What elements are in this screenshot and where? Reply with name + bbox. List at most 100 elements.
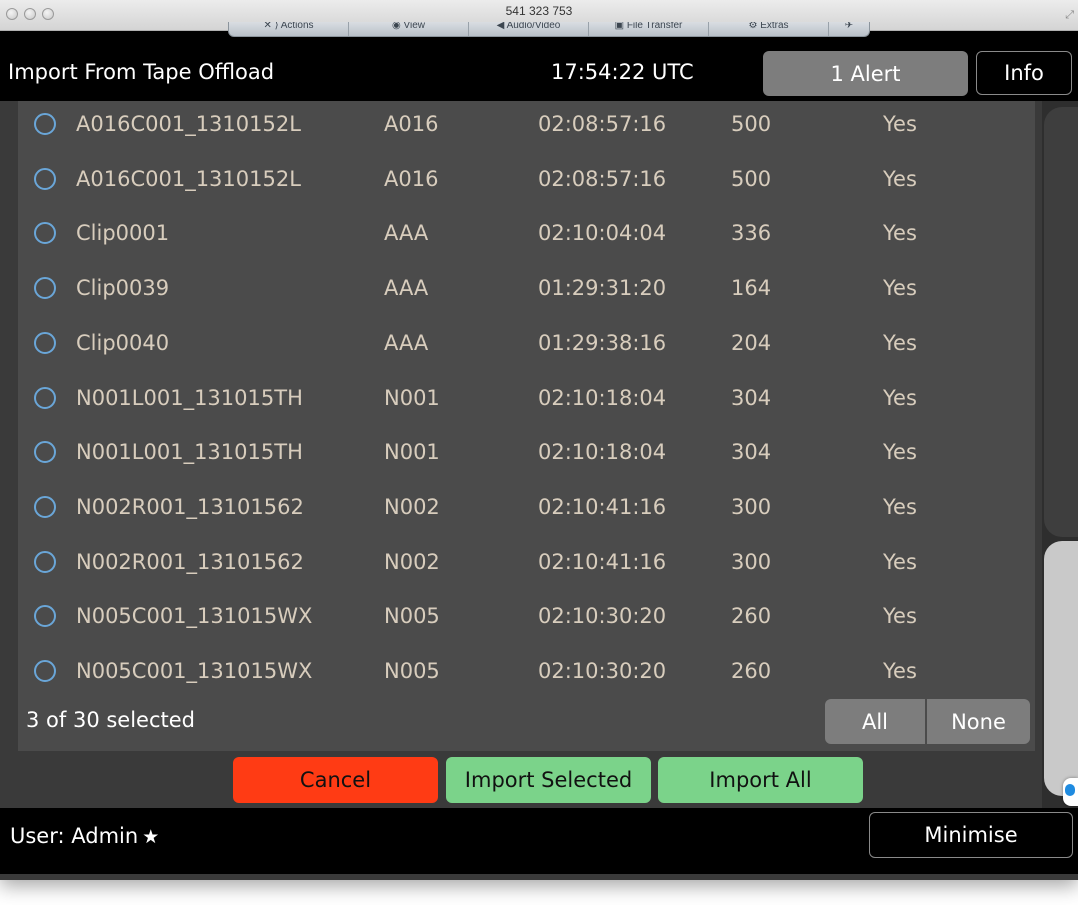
clip-reel: N001 <box>384 440 440 465</box>
clip-reel: AAA <box>384 276 429 301</box>
clip-row[interactable]: N002R001_13101562 N002 02:10:41:16 300 Yes <box>18 484 1035 538</box>
clip-row[interactable]: Clip0039 AAA 01:29:31:20 164 Yes <box>18 265 1035 319</box>
clip-duration: 260 <box>731 604 772 629</box>
clip-row[interactable]: N001L001_131015TH N001 02:10:18:04 304 Yes <box>18 429 1035 483</box>
clip-flag: Yes <box>883 112 917 136</box>
clip-reel: A016 <box>384 112 439 136</box>
select-all-button[interactable]: All <box>825 699 925 744</box>
toolbar-audio-video[interactable]: ◀ Audio/Video <box>469 22 589 36</box>
clip-duration: 304 <box>731 440 772 465</box>
clip-select-radio[interactable] <box>34 167 56 190</box>
clip-timecode: 02:10:18:04 <box>538 385 667 410</box>
toolbar-extras[interactable]: ⚙ Extras <box>709 22 829 36</box>
clip-flag: Yes <box>883 221 917 246</box>
window-title: 541 323 753 <box>505 4 573 18</box>
clip-flag: Yes <box>883 659 917 683</box>
clip-name: N001L001_131015TH <box>76 385 303 410</box>
clip-duration: 260 <box>731 659 772 683</box>
clip-duration: 164 <box>731 276 772 301</box>
clip-reel: A016 <box>384 166 439 191</box>
clip-flag: Yes <box>883 549 917 574</box>
clip-timecode: 02:10:41:16 <box>538 549 667 574</box>
clip-reel: AAA <box>384 330 429 355</box>
clip-flag: Yes <box>883 604 917 629</box>
clip-name: A016C001_1310152L <box>76 166 301 191</box>
clip-select-radio[interactable] <box>34 113 56 135</box>
clip-row[interactable]: A016C001_1310152L A016 02:08:57:16 500 Yes <box>18 101 1035 155</box>
remote-toolbar[interactable]: ✕ ⟩ Actions ◉ View ◀ Audio/Video ▣ File … <box>228 22 870 37</box>
import-selected-button[interactable]: Import Selected <box>446 757 651 803</box>
clip-name: N001L001_131015TH <box>76 440 303 465</box>
clip-name: N002R001_13101562 <box>76 549 304 574</box>
clip-name: A016C001_1310152L <box>76 112 301 136</box>
clip-timecode: 02:10:04:04 <box>538 221 667 246</box>
remote-window: 541 323 753 ⤢ ✕ ⟩ Actions ◉ View ◀ Audio… <box>0 0 1078 880</box>
page-title: Import From Tape Offload <box>8 60 275 84</box>
import-all-button[interactable]: Import All <box>658 757 863 803</box>
clip-row[interactable]: N005C001_131015WX N005 02:10:30:20 260 Yes <box>18 648 1035 702</box>
star-icon: ★ <box>142 826 160 848</box>
minimise-button[interactable]: Minimise <box>869 812 1073 858</box>
action-bar: Cancel Import Selected Import All <box>0 751 1042 808</box>
clip-timecode: 02:10:30:20 <box>538 604 667 629</box>
clip-reel: N001 <box>384 385 440 410</box>
clip-flag: Yes <box>883 330 917 355</box>
clip-row[interactable]: N005C001_131015WX N005 02:10:30:20 260 Yes <box>18 593 1035 647</box>
info-button[interactable]: Info <box>976 51 1072 95</box>
scrollbar-track[interactable] <box>1044 107 1078 537</box>
clip-duration: 300 <box>731 494 772 519</box>
app-footer: User: Admin ★ Minimise <box>0 808 1078 874</box>
user-name: User: Admin <box>10 824 139 848</box>
clip-timecode: 02:08:57:16 <box>538 166 667 191</box>
clip-reel: N002 <box>384 494 440 519</box>
list-scrollbar[interactable] <box>1042 101 1078 808</box>
clip-select-radio[interactable] <box>34 331 56 354</box>
resize-icon[interactable]: ⤢ <box>1065 8 1074 22</box>
clip-select-radio[interactable] <box>34 222 56 245</box>
clip-flag: Yes <box>883 166 917 191</box>
clip-flag: Yes <box>883 276 917 301</box>
clip-name: Clip0040 <box>76 330 170 355</box>
clip-list: A016C001_1310152L A016 02:08:57:16 500 Yes A0… <box>18 101 1035 751</box>
select-none-button[interactable]: None <box>927 699 1030 744</box>
alerts-button[interactable]: 1 Alert <box>763 51 968 96</box>
toolbar-view[interactable]: ◉ View <box>349 22 469 36</box>
remote-control-tab-icon[interactable] <box>1063 778 1078 806</box>
clip-timecode: 01:29:31:20 <box>538 276 667 301</box>
clip-select-radio[interactable] <box>34 605 56 628</box>
clip-name: Clip0039 <box>76 276 170 301</box>
clip-row[interactable]: N002R001_13101562 N002 02:10:41:16 300 Yes <box>18 539 1035 593</box>
clip-name: Clip0001 <box>76 221 170 246</box>
utc-clock: 17:54:22 UTC <box>551 60 694 84</box>
toolbar-file-transfer[interactable]: ▣ File Transfer <box>589 22 709 36</box>
selection-count: 3 of 30 selected <box>26 708 195 732</box>
clip-duration: 500 <box>731 166 772 191</box>
clip-flag: Yes <box>883 494 917 519</box>
clip-duration: 204 <box>731 330 772 355</box>
scrollbar-thumb[interactable] <box>1044 541 1078 796</box>
clip-duration: 300 <box>731 549 772 574</box>
clip-select-radio[interactable] <box>34 386 56 409</box>
clip-row[interactable]: Clip0040 AAA 01:29:38:16 204 Yes <box>18 320 1035 374</box>
clip-row[interactable]: A016C001_1310152L A016 02:08:57:16 500 Yes <box>18 156 1035 210</box>
clip-timecode: 02:10:41:16 <box>538 494 667 519</box>
clip-select-radio[interactable] <box>34 550 56 573</box>
clip-flag: Yes <box>883 440 917 465</box>
cancel-button[interactable]: Cancel <box>233 757 438 803</box>
clip-select-radio[interactable] <box>34 495 56 518</box>
toolbar-actions[interactable]: ✕ ⟩ Actions <box>229 22 349 36</box>
clip-name: N005C001_131015WX <box>76 604 313 629</box>
clip-select-radio[interactable] <box>34 277 56 300</box>
clip-duration: 500 <box>731 112 772 136</box>
clip-row[interactable]: N001L001_131015TH N001 02:10:18:04 304 Yes <box>18 375 1035 429</box>
clip-flag: Yes <box>883 385 917 410</box>
clip-row[interactable]: Clip0001 AAA 02:10:04:04 336 Yes <box>18 210 1035 264</box>
clip-duration: 304 <box>731 385 772 410</box>
user-label: User: Admin ★ <box>10 824 159 848</box>
clip-select-radio[interactable] <box>34 441 56 464</box>
clip-reel: AAA <box>384 221 429 246</box>
toolbar-pin-icon[interactable]: ✈ <box>829 22 869 36</box>
clip-timecode: 02:10:18:04 <box>538 440 667 465</box>
clip-select-radio[interactable] <box>34 660 56 682</box>
clip-timecode: 02:10:30:20 <box>538 659 667 683</box>
